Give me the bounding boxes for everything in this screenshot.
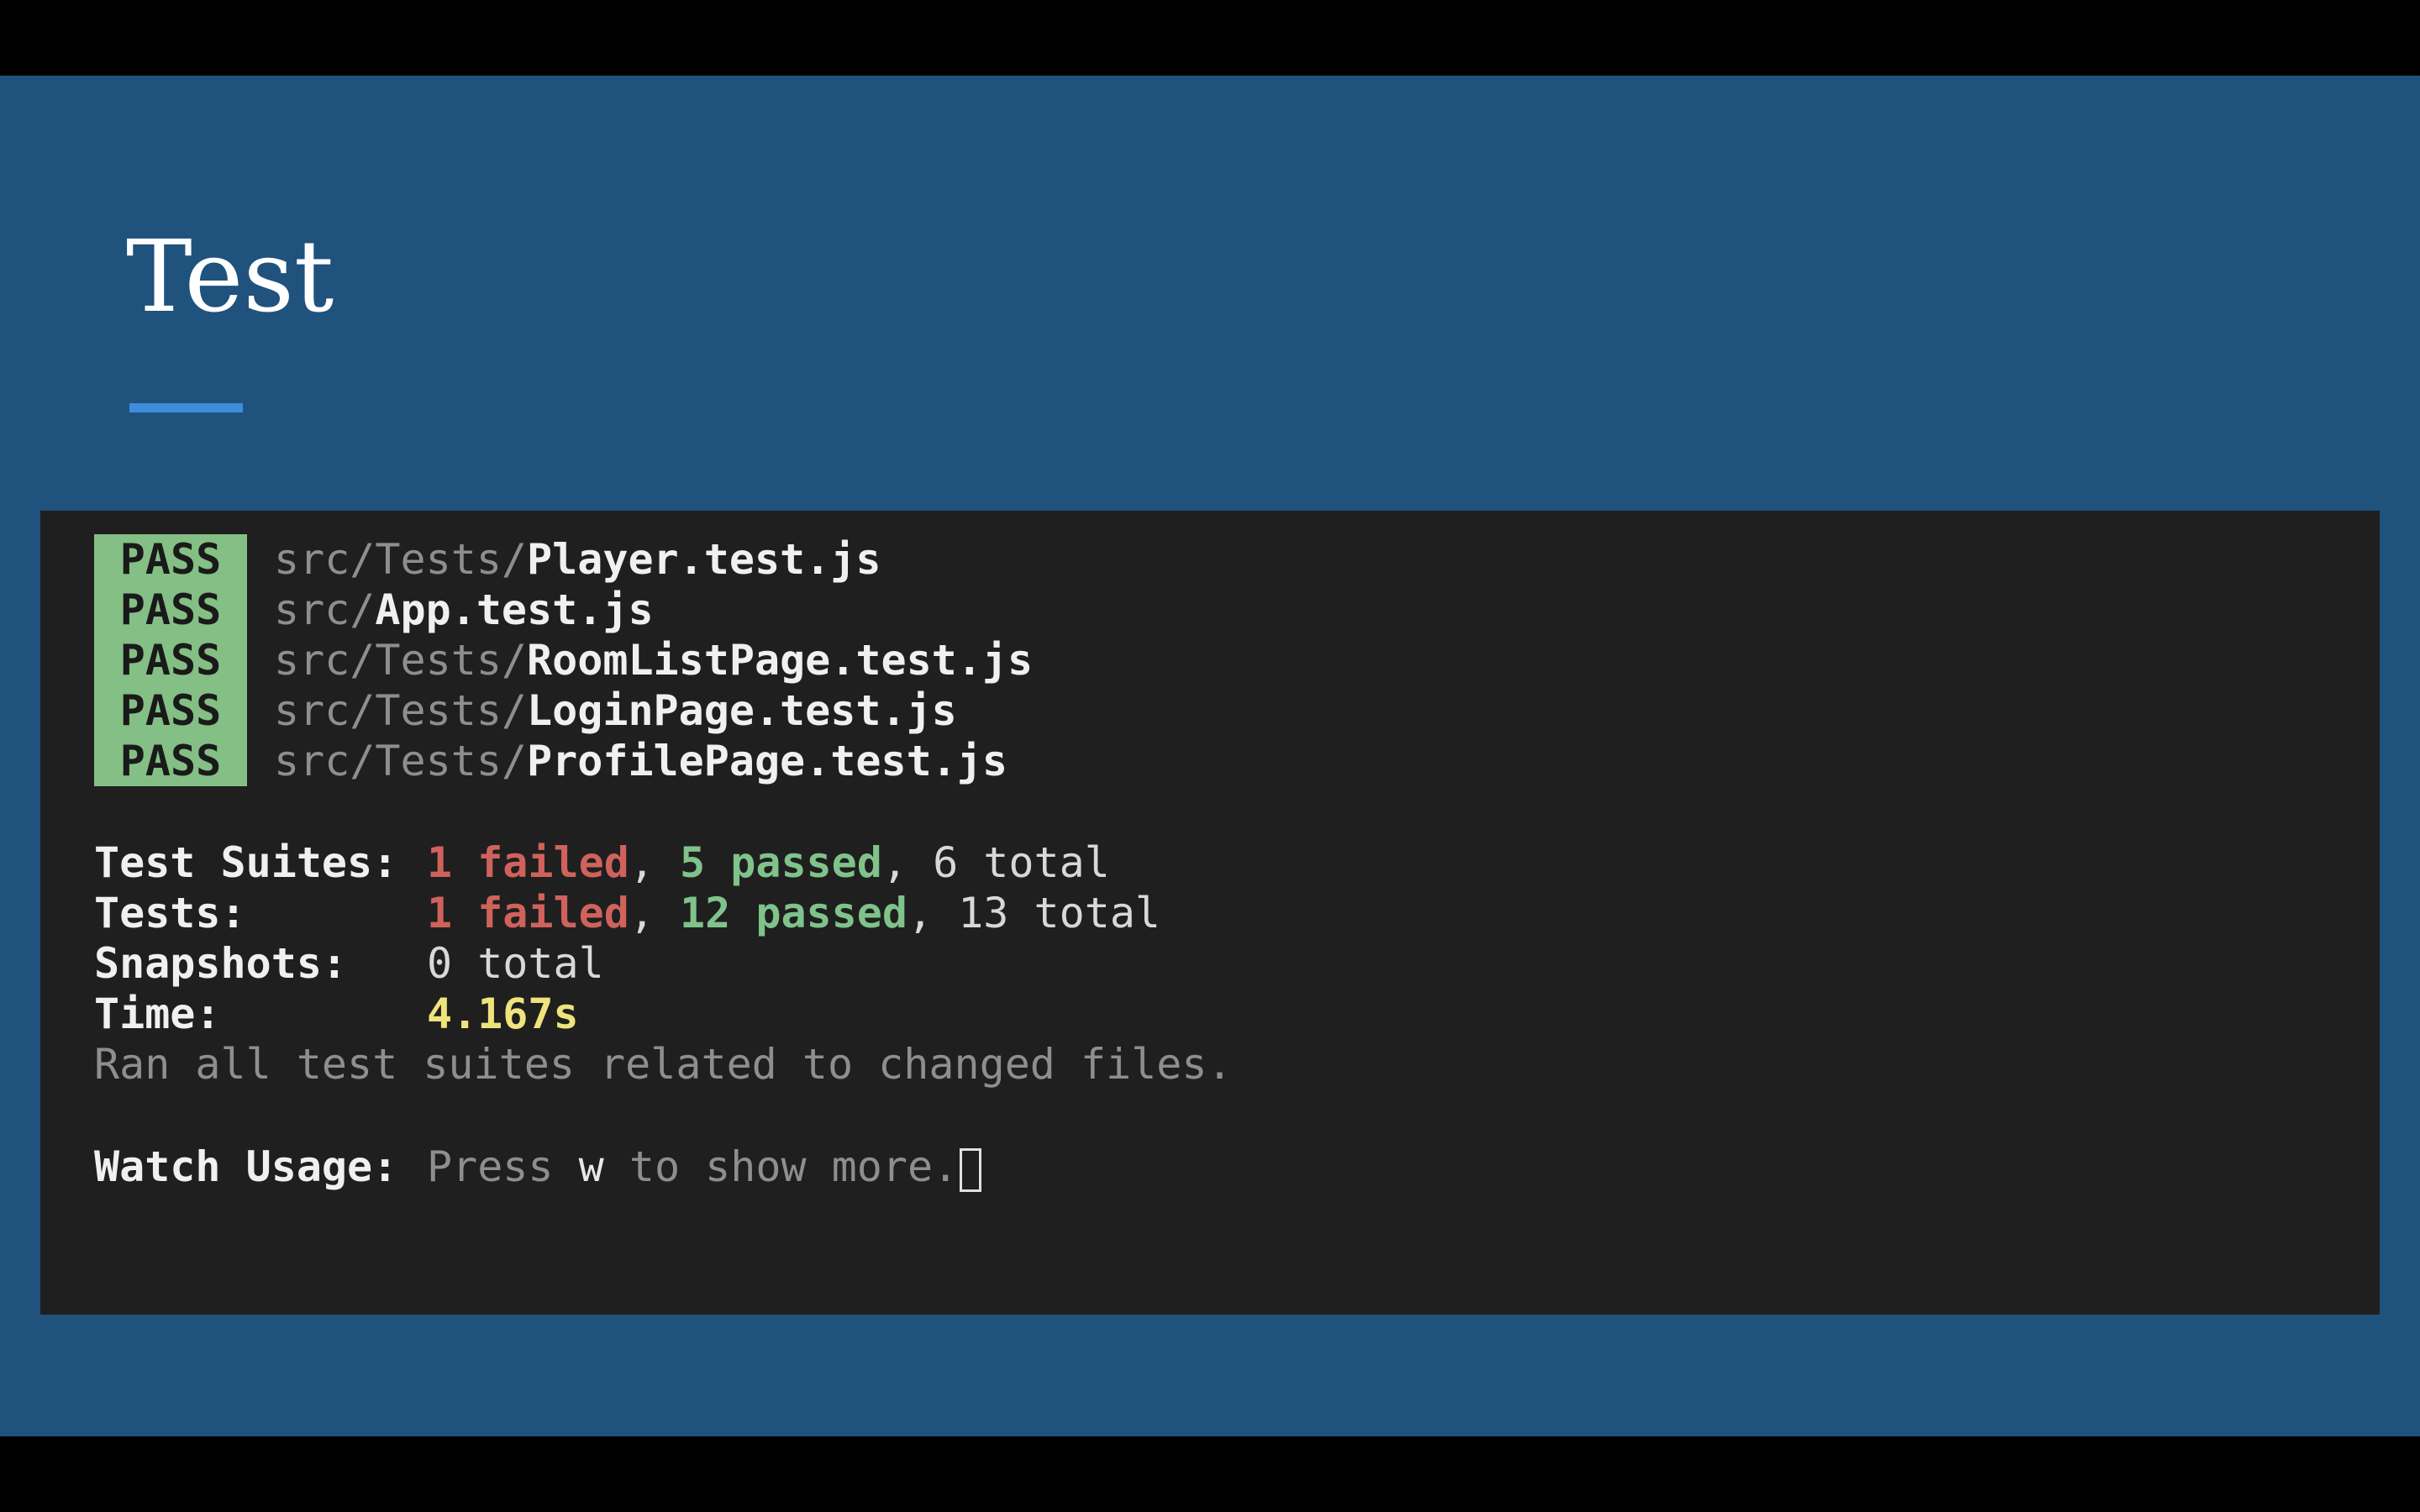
pass-badge: PASS	[94, 585, 247, 635]
result-dir: src/Tests/	[274, 686, 528, 735]
terminal-cursor	[960, 1147, 982, 1192]
test-result-line: PASS src/App.test.js	[94, 585, 654, 635]
result-file: LoginPage.test.js	[527, 686, 957, 735]
summary-snapshots: Snapshots: 0 total	[94, 938, 604, 989]
summary-label: Test Suites:	[94, 838, 398, 887]
passed-count: 12 passed	[680, 889, 908, 937]
result-file: Player.test.js	[527, 535, 881, 584]
watch-usage-label: Watch Usage:	[94, 1142, 398, 1191]
watch-key: w	[578, 1142, 604, 1191]
watch-usage-line: Watch Usage: Press w to show more.	[94, 1142, 982, 1192]
presentation-slide: Test PASS src/Tests/Player.test.js PASS sr…	[0, 76, 2420, 1436]
result-dir: src/Tests/	[274, 737, 528, 785]
failed-count: 1 failed	[427, 889, 629, 937]
summary-time: Time: 4.167s	[94, 989, 579, 1039]
time-value: 4.167s	[427, 990, 579, 1038]
passed-count: 5 passed	[680, 838, 882, 887]
summary-test-suites: Test Suites: 1 failed, 5 passed, 6 total	[94, 838, 1110, 887]
failed-count: 1 failed	[427, 838, 629, 887]
test-result-line: PASS src/Tests/Player.test.js	[94, 534, 881, 585]
title-underline	[129, 403, 243, 412]
ran-note: Ran all test suites related to changed f…	[94, 1040, 1233, 1089]
result-file: ProfilePage.test.js	[527, 737, 1007, 785]
letterbox-bottom	[0, 1436, 2420, 1512]
test-result-line: PASS src/Tests/LoginPage.test.js	[94, 685, 957, 736]
slide-title: Test	[126, 218, 334, 334]
pass-badge: PASS	[94, 736, 247, 786]
letterbox-top	[0, 0, 2420, 76]
result-dir: src/Tests/	[274, 636, 528, 685]
summary-label: Snapshots:	[94, 939, 348, 988]
summary-tests: Tests: 1 failed, 12 passed, 13 total	[94, 889, 1161, 937]
result-dir: src/	[274, 585, 376, 634]
total-count: 13 total	[958, 889, 1161, 937]
summary-label: Tests:	[94, 889, 246, 937]
result-dir: src/Tests/	[274, 535, 528, 584]
pass-badge: PASS	[94, 685, 247, 736]
result-file: App.test.js	[375, 585, 654, 634]
total-count: 0 total	[427, 939, 604, 988]
terminal-screenshot: PASS src/Tests/Player.test.js PASS src/App…	[40, 511, 2380, 1315]
total-count: 6 total	[933, 838, 1110, 887]
pass-badge: PASS	[94, 534, 247, 585]
pass-badge: PASS	[94, 635, 247, 685]
test-result-line: PASS src/Tests/ProfilePage.test.js	[94, 736, 1007, 786]
summary-label: Time:	[94, 990, 221, 1038]
result-file: RoomListPage.test.js	[527, 636, 1034, 685]
test-result-line: PASS src/Tests/RoomListPage.test.js	[94, 635, 1033, 685]
